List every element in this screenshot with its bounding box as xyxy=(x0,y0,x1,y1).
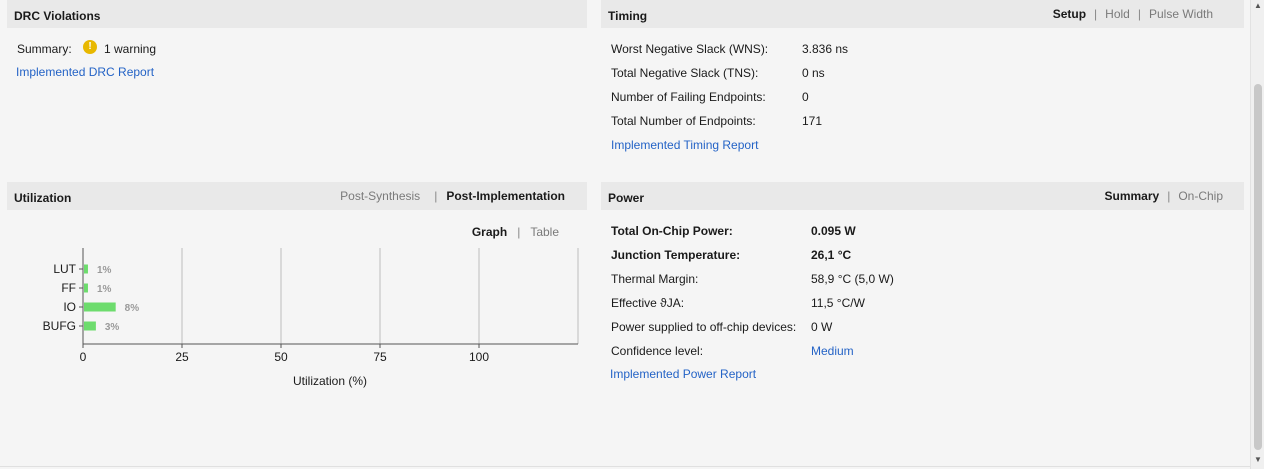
timing-tabs: Setup | Hold | Pulse Width xyxy=(1052,7,1213,21)
power-value: 26,1 °C xyxy=(811,248,852,262)
power-title: Power xyxy=(608,191,645,205)
tab-summary[interactable]: Summary xyxy=(1104,189,1159,203)
scroll-down-icon[interactable]: ▼ xyxy=(1254,455,1262,464)
drc-title: DRC Violations xyxy=(14,9,101,23)
power-report-link[interactable]: Implemented Power Report xyxy=(610,367,756,381)
power-label: Total On-Chip Power: xyxy=(611,224,733,238)
power-value: 0.095 W xyxy=(811,224,856,238)
power-tabs: Summary | On-Chip xyxy=(1104,189,1223,203)
drc-summary-label: Summary: xyxy=(17,42,72,56)
power-panel: Power Summary | On-Chip Total On-Chip Po… xyxy=(601,182,1244,412)
category-label: FF xyxy=(61,281,76,295)
power-header: Power Summary | On-Chip xyxy=(601,182,1244,210)
utilization-chart: 0 25 50 75 100 LUT 1% FF 1% IO 8% BUFG 3% Utilizatio… xyxy=(43,248,579,388)
power-value: 11,5 °C/W xyxy=(811,296,865,310)
bar-lut xyxy=(84,264,88,274)
timing-value: 0 xyxy=(802,90,809,104)
x-tick-label: 100 xyxy=(469,350,489,364)
power-label: Confidence level: xyxy=(611,344,704,358)
tab-pulse-width[interactable]: Pulse Width xyxy=(1149,7,1213,21)
x-tick-label: 25 xyxy=(175,350,189,364)
category-label: IO xyxy=(63,300,76,314)
timing-report-link[interactable]: Implemented Timing Report xyxy=(611,138,758,152)
data-label: 1% xyxy=(97,284,112,295)
tab-setup[interactable]: Setup xyxy=(1053,7,1086,21)
timing-panel: Timing Setup | Hold | Pulse Width Worst … xyxy=(601,0,1244,170)
tab-hold[interactable]: Hold xyxy=(1105,7,1130,21)
timing-title: Timing xyxy=(608,9,648,23)
bottom-divider xyxy=(0,466,1250,467)
x-tick-label: 0 xyxy=(80,350,87,364)
scroll-thumb[interactable] xyxy=(1254,84,1262,450)
utilization-panel: Utilization Post-Synthesis | Post-Implem… xyxy=(7,182,587,412)
data-label: 8% xyxy=(125,303,140,314)
timing-label: Number of Failing Endpoints: xyxy=(611,90,766,104)
power-label: Junction Temperature: xyxy=(611,248,741,262)
timing-label: Total Number of Endpoints: xyxy=(611,114,756,128)
category-label: LUT xyxy=(53,262,76,276)
data-label: 1% xyxy=(97,265,112,276)
data-label: 3% xyxy=(105,322,120,333)
confidence-level-link[interactable]: Medium xyxy=(811,344,854,358)
scroll-up-icon[interactable]: ▲ xyxy=(1254,1,1262,10)
bar-bufg xyxy=(84,321,96,331)
power-value: 58,9 °C (5,0 W) xyxy=(811,272,894,286)
drc-report-link[interactable]: Implemented DRC Report xyxy=(16,65,154,79)
drc-header: DRC Violations xyxy=(7,0,587,28)
x-tick-label: 50 xyxy=(274,350,288,364)
timing-value: 3.836 ns xyxy=(802,42,849,56)
timing-header: Timing Setup | Hold | Pulse Width xyxy=(601,0,1244,28)
power-label: Effective ϑJA: xyxy=(611,296,685,310)
drc-violations-panel: DRC Violations Summary: ! 1 warning Impl… xyxy=(7,0,587,170)
x-axis-label: Utilization (%) xyxy=(293,374,367,388)
drc-summary-value: 1 warning xyxy=(104,42,157,56)
bar-io xyxy=(84,302,116,312)
x-tick-label: 75 xyxy=(373,350,387,364)
timing-value: 171 xyxy=(802,114,823,128)
bar-ff xyxy=(84,283,88,293)
category-label: BUFG xyxy=(43,319,76,333)
timing-value: 0 ns xyxy=(802,66,825,80)
timing-label: Total Negative Slack (TNS): xyxy=(611,66,759,80)
power-label: Power supplied to off-chip devices: xyxy=(611,320,797,334)
vertical-scrollbar[interactable]: ▲ ▼ xyxy=(1250,0,1264,469)
tab-on-chip[interactable]: On-Chip xyxy=(1178,189,1223,203)
timing-label: Worst Negative Slack (WNS): xyxy=(611,42,769,56)
power-label: Thermal Margin: xyxy=(611,272,699,286)
warning-icon: ! xyxy=(83,40,97,54)
power-value: 0 W xyxy=(811,320,833,334)
